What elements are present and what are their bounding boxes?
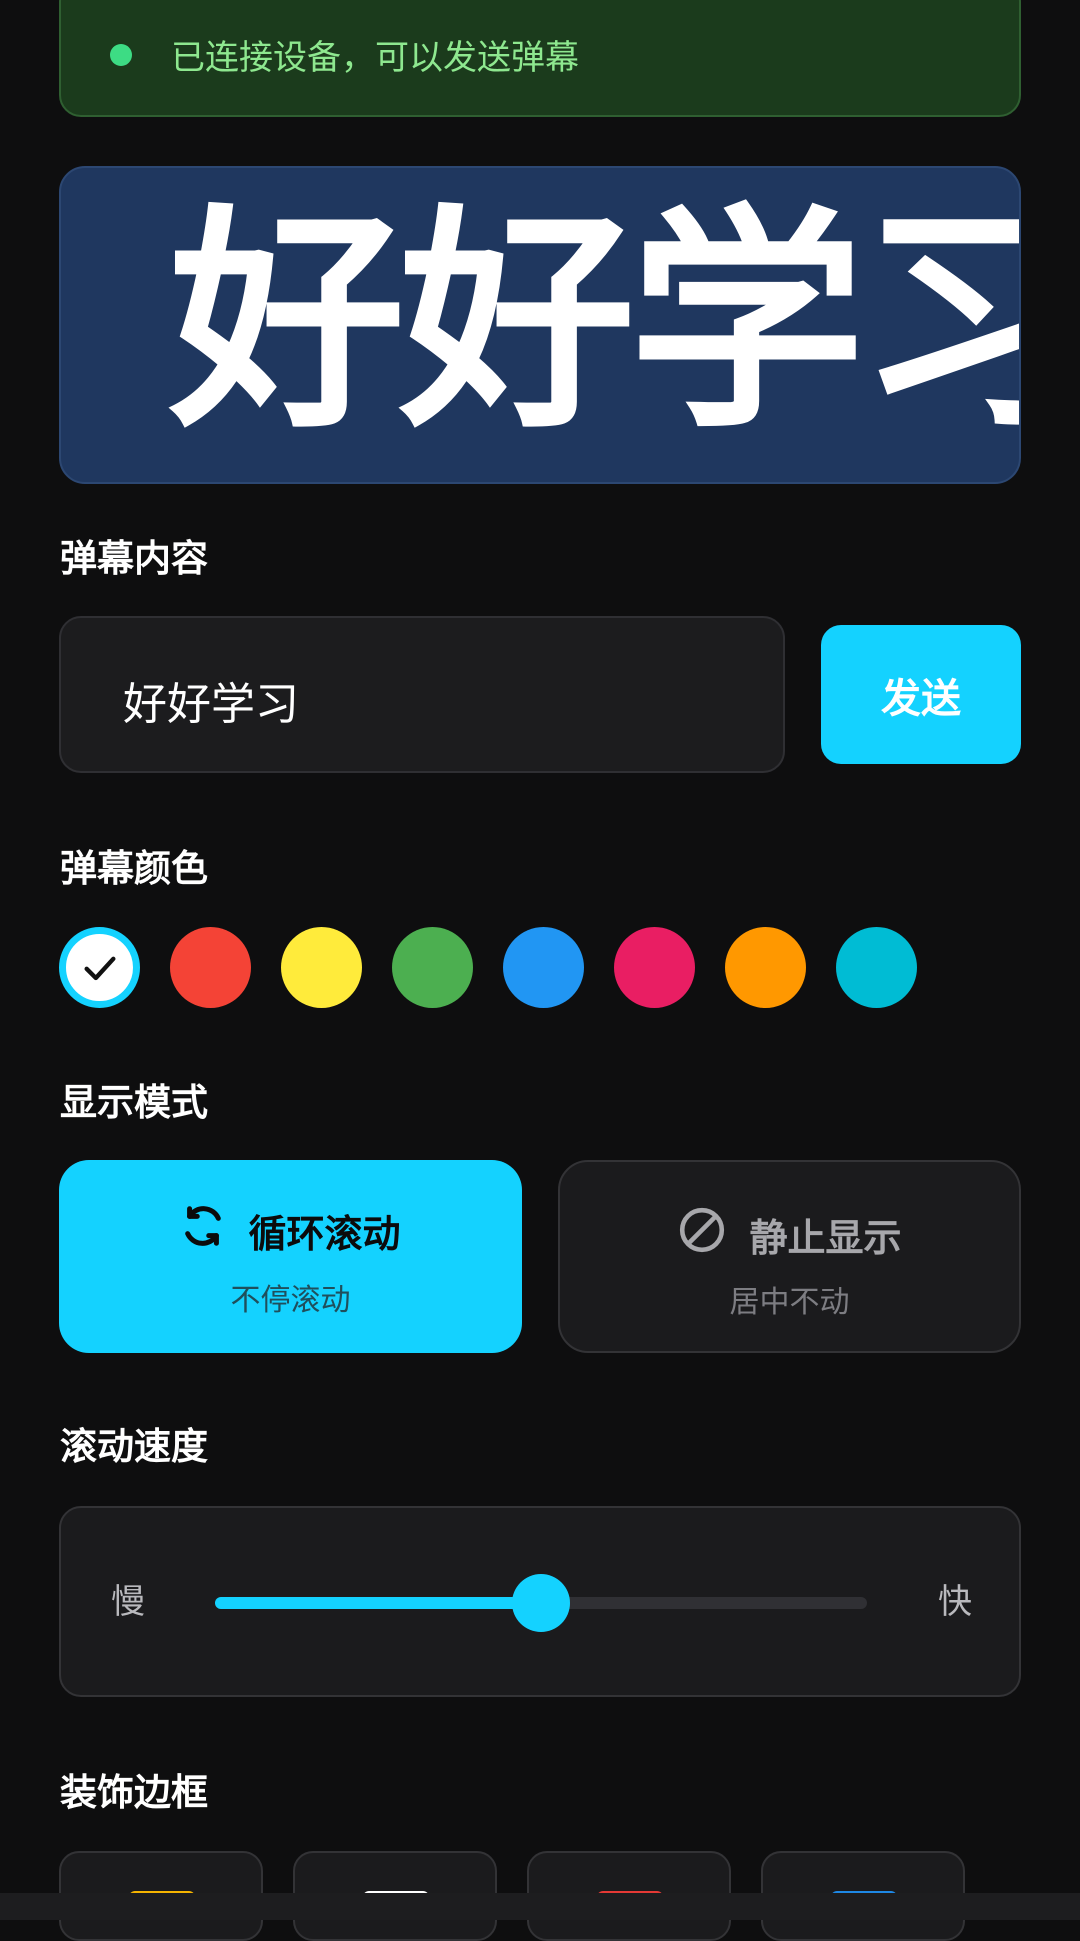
danmaku-input-value: 好好学习	[123, 679, 299, 730]
danmaku-input[interactable]: 好好学习	[59, 616, 785, 773]
mode-static-sub: 居中不动	[729, 1285, 850, 1320]
preview-text: 好好学习	[169, 185, 1021, 460]
check-icon	[84, 956, 116, 981]
speed-slider-thumb[interactable]	[512, 1574, 570, 1632]
color-swatch[interactable]	[59, 927, 140, 1008]
status-text: 已连接设备，可以发送弹幕	[171, 38, 579, 78]
loop-icon	[180, 1203, 226, 1258]
status-dot	[110, 44, 132, 66]
content-section-title: 弹幕内容	[60, 537, 208, 580]
color-swatch[interactable]	[281, 927, 362, 1008]
color-swatch[interactable]	[614, 927, 695, 1008]
mode-static-card[interactable]: 静止显示 居中不动	[558, 1160, 1021, 1353]
speed-fast-label: 快	[938, 1582, 972, 1622]
color-swatch[interactable]	[725, 927, 806, 1008]
bottom-bar	[0, 1893, 1080, 1920]
speed-slider-fill	[215, 1597, 541, 1609]
color-swatch[interactable]	[836, 927, 917, 1008]
color-swatch[interactable]	[170, 927, 251, 1008]
mode-loop-sub: 不停滚动	[230, 1283, 351, 1318]
connection-status-card: 已连接设备，可以发送弹幕	[59, 0, 1021, 117]
send-button[interactable]: 发送	[821, 625, 1021, 764]
mode-section-title: 显示模式	[60, 1081, 208, 1124]
speed-slow-label: 慢	[111, 1582, 145, 1622]
speed-section-title: 滚动速度	[60, 1425, 208, 1468]
mode-loop-scroll-card[interactable]: 循环滚动 不停滚动	[59, 1160, 522, 1353]
color-section-title: 弹幕颜色	[60, 847, 208, 890]
mode-loop-label: 循环滚动	[248, 1212, 401, 1256]
frame-section-title: 装饰边框	[60, 1771, 208, 1814]
color-swatch[interactable]	[392, 927, 473, 1008]
ban-icon	[677, 1205, 727, 1264]
mode-static-label: 静止显示	[749, 1216, 902, 1260]
speed-control: 慢 快	[59, 1506, 1021, 1697]
danmaku-preview: 好好学习	[59, 166, 1021, 484]
color-swatch[interactable]	[503, 927, 584, 1008]
